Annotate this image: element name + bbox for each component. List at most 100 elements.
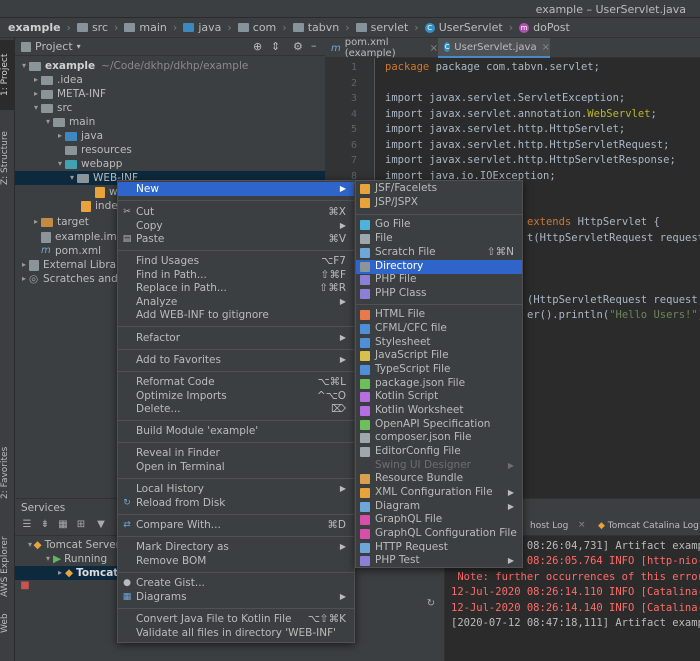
breadcrumb-item[interactable]: src <box>76 21 108 34</box>
menu-item-validate-files[interactable]: Validate all files in directory 'WEB-INF… <box>118 626 354 640</box>
menu-item-gitignore[interactable]: Add WEB-INF to gitignore <box>118 308 354 322</box>
expand-icon[interactable]: ▾ <box>43 115 53 129</box>
submenu-item-jsp[interactable]: JSP/JSPX <box>356 196 522 210</box>
submenu-item-http-request[interactable]: HTTP Request <box>356 541 522 555</box>
menu-item-local-history[interactable]: Local History ▶ <box>118 482 354 496</box>
tree-item[interactable]: ▾ ▶ Running <box>15 552 120 566</box>
submenu-item-graphql-config[interactable]: GraphQL Configuration File <box>356 527 522 541</box>
submenu-item-php-test[interactable]: PHP Test ▶ <box>356 554 522 568</box>
submenu-item-directory[interactable]: Directory <box>356 260 522 274</box>
menu-item-reformat-code[interactable]: Reformat Code ⌥⌘L <box>118 375 354 389</box>
tree-item[interactable]: ▾ main <box>15 115 325 129</box>
submenu-item-cfml-file[interactable]: CFML/CFC file <box>356 322 522 336</box>
tree-item[interactable]: ▸ META-INF <box>15 87 325 101</box>
menu-item-compare-with[interactable]: ⇄ Compare With... ⌘D <box>118 518 354 532</box>
collapse-icon[interactable]: ⇕ <box>271 40 280 53</box>
submenu-item-kotlin-worksheet[interactable]: Kotlin Worksheet <box>356 404 522 418</box>
tree-item[interactable]: ▾ example ~/Code/dkhp/dkhp/example <box>15 59 325 73</box>
menu-item-find-usages[interactable]: Find Usages ⌥F7 <box>118 254 354 268</box>
group-icon[interactable]: ▦ <box>57 519 69 531</box>
expand-icon[interactable]: ▸ <box>31 87 41 101</box>
submenu-item-openapi[interactable]: OpenAPI Specification <box>356 418 522 432</box>
menu-item-copy[interactable]: Copy ▶ <box>118 219 354 233</box>
menu-item-convert-to-kotlin[interactable]: Convert Java File to Kotlin File ⌥⇧⌘K <box>118 612 354 626</box>
close-icon[interactable]: × <box>578 520 586 530</box>
menu-item-reload-from-disk[interactable]: ↻ Reload from Disk <box>118 496 354 510</box>
tab-web[interactable]: Web <box>0 608 15 638</box>
expand-icon[interactable]: ▾ <box>67 171 77 185</box>
expand-icon[interactable]: ▸ <box>55 129 65 143</box>
filter-icon[interactable]: ▼ <box>95 519 107 531</box>
menu-item-mark-directory-as[interactable]: Mark Directory as ▶ <box>118 540 354 554</box>
close-icon[interactable]: × <box>542 42 550 53</box>
expand-icon[interactable]: ▾ <box>31 101 41 115</box>
tab-aws-explorer[interactable]: AWS Explorer <box>0 531 15 603</box>
tab-favorites[interactable]: 2: Favorites <box>0 438 15 508</box>
group-by-icon[interactable]: ⊞ <box>75 519 87 531</box>
chevron-down-icon[interactable]: ▾ <box>77 42 81 51</box>
expand-all-icon[interactable]: ☰ <box>21 519 33 531</box>
submenu-item-graphql-file[interactable]: GraphQL File <box>356 513 522 527</box>
submenu-item-package-json[interactable]: package.json File <box>356 377 522 391</box>
menu-item-reveal-in-finder[interactable]: Reveal in Finder <box>118 446 354 460</box>
expand-icon[interactable]: ▾ <box>19 59 29 73</box>
expand-icon[interactable]: ▾ <box>55 157 65 171</box>
submenu-item-php-class[interactable]: PHP Class <box>356 287 522 301</box>
submenu-item-scratch-file[interactable]: Scratch File ⇧⌘N <box>356 246 522 260</box>
breadcrumb-item[interactable]: servlet <box>355 21 408 34</box>
submenu-item-html-file[interactable]: HTML File <box>356 308 522 322</box>
menu-item-cut[interactable]: ✂ Cut ⌘X <box>118 205 354 219</box>
menu-item-analyze[interactable]: Analyze ▶ <box>118 295 354 309</box>
submenu-item-kotlin-script[interactable]: Kotlin Script <box>356 390 522 404</box>
expand-icon[interactable]: ▸ <box>31 73 41 87</box>
submenu-item-composer-json[interactable]: composer.json File <box>356 431 522 445</box>
tree-item[interactable]: ▾ webapp <box>15 157 325 171</box>
locate-icon[interactable]: ⊕ <box>253 40 262 53</box>
submenu-item-stylesheet[interactable]: Stylesheet <box>356 336 522 350</box>
menu-item-find-in-path[interactable]: Find in Path... ⇧⌘F <box>118 268 354 282</box>
submenu-item-xml-config[interactable]: XML Configuration File ▶ <box>356 486 522 500</box>
submenu-item-go-file[interactable]: Go File <box>356 218 522 232</box>
submenu-item-resource-bundle[interactable]: Resource Bundle <box>356 472 522 486</box>
menu-item-optimize-imports[interactable]: Optimize Imports ^⌥O <box>118 389 354 403</box>
menu-item-paste[interactable]: ▤ Paste ⌘V <box>118 232 354 246</box>
tab-catalina-log[interactable]: ◆ Tomcat Catalina Log <box>598 521 699 531</box>
menu-item-diagrams[interactable]: ▦ Diagrams ▶ <box>118 590 354 604</box>
breadcrumb-item[interactable]: example <box>8 21 61 34</box>
breadcrumb-item[interactable]: tabvn <box>292 21 339 34</box>
tab-userservlet-java[interactable]: C UserServlet.java × <box>438 38 550 58</box>
submenu-item-typescript-file[interactable]: TypeScript File <box>356 363 522 377</box>
close-icon[interactable]: × <box>430 43 438 54</box>
collapse-all-icon[interactable]: ⇟ <box>39 519 51 531</box>
tab-project[interactable]: 1: Project <box>0 40 15 110</box>
menu-item-add-to-favorites[interactable]: Add to Favorites ▶ <box>118 353 354 367</box>
menu-item-refactor[interactable]: Refactor ▶ <box>118 331 354 345</box>
gear-icon[interactable]: ⚙ <box>293 40 303 53</box>
breadcrumb-item[interactable]: com <box>237 21 276 34</box>
menu-item-delete[interactable]: Delete... ⌦ <box>118 402 354 416</box>
submenu-item-javascript-file[interactable]: JavaScript File <box>356 349 522 363</box>
stop-icon[interactable]: ■ <box>19 580 31 592</box>
breadcrumb-item[interactable]: m doPost <box>519 21 570 34</box>
submenu-item-file[interactable]: File <box>356 232 522 246</box>
tab-structure[interactable]: Z: Structure <box>0 118 15 198</box>
tree-item[interactable]: ▾ ◆ Tomcat Server <box>15 538 120 552</box>
breadcrumb-item[interactable]: main <box>124 21 167 34</box>
expand-icon[interactable]: ▸ <box>19 258 29 272</box>
breadcrumb-item[interactable]: C UserServlet <box>424 21 503 34</box>
tree-item[interactable]: resources <box>15 143 325 157</box>
minimize-icon[interactable]: – <box>311 39 317 52</box>
submenu-item-jsf-facelets[interactable]: JSF/Facelets <box>356 182 522 196</box>
menu-item-remove-bom[interactable]: Remove BOM <box>118 554 354 568</box>
menu-item-build-module[interactable]: Build Module 'example' <box>118 424 354 438</box>
menu-item-open-in-terminal[interactable]: Open in Terminal <box>118 460 354 474</box>
submenu-item-diagram[interactable]: Diagram ▶ <box>356 500 522 514</box>
submenu-item-editorconfig[interactable]: EditorConfig File <box>356 445 522 459</box>
menu-item-create-gist[interactable]: ● Create Gist... <box>118 576 354 590</box>
expand-icon[interactable]: ▸ <box>19 272 29 286</box>
breadcrumb-item[interactable]: java <box>183 21 221 34</box>
tree-item[interactable]: ▾ src <box>15 101 325 115</box>
tree-item[interactable]: ▸ java <box>15 129 325 143</box>
tab-host-log[interactable]: host Log <box>530 521 568 531</box>
project-view-selector[interactable]: Project <box>35 40 73 53</box>
